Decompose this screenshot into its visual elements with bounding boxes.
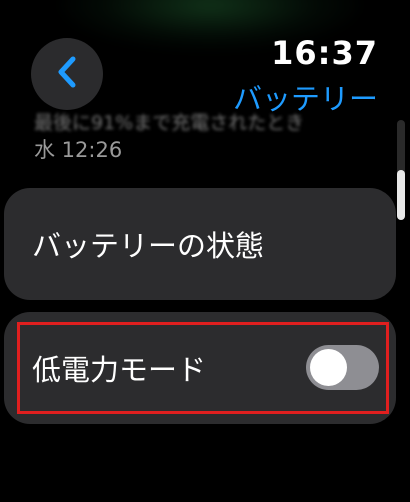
scrollbar-thumb[interactable] bbox=[397, 170, 405, 220]
low-power-mode-toggle[interactable] bbox=[306, 345, 379, 390]
back-button[interactable] bbox=[31, 38, 103, 110]
last-charged-time: 水 12:26 bbox=[34, 138, 123, 162]
status-time: 16:37 bbox=[271, 34, 378, 72]
toggle-knob bbox=[310, 349, 347, 386]
chevron-left-icon bbox=[54, 55, 80, 93]
battery-health-label: バッテリーの状態 bbox=[32, 229, 265, 263]
battery-health-row[interactable]: バッテリーの状態 bbox=[4, 188, 396, 300]
last-charged-text: 最後に91%まで充電されたとき bbox=[34, 112, 305, 134]
